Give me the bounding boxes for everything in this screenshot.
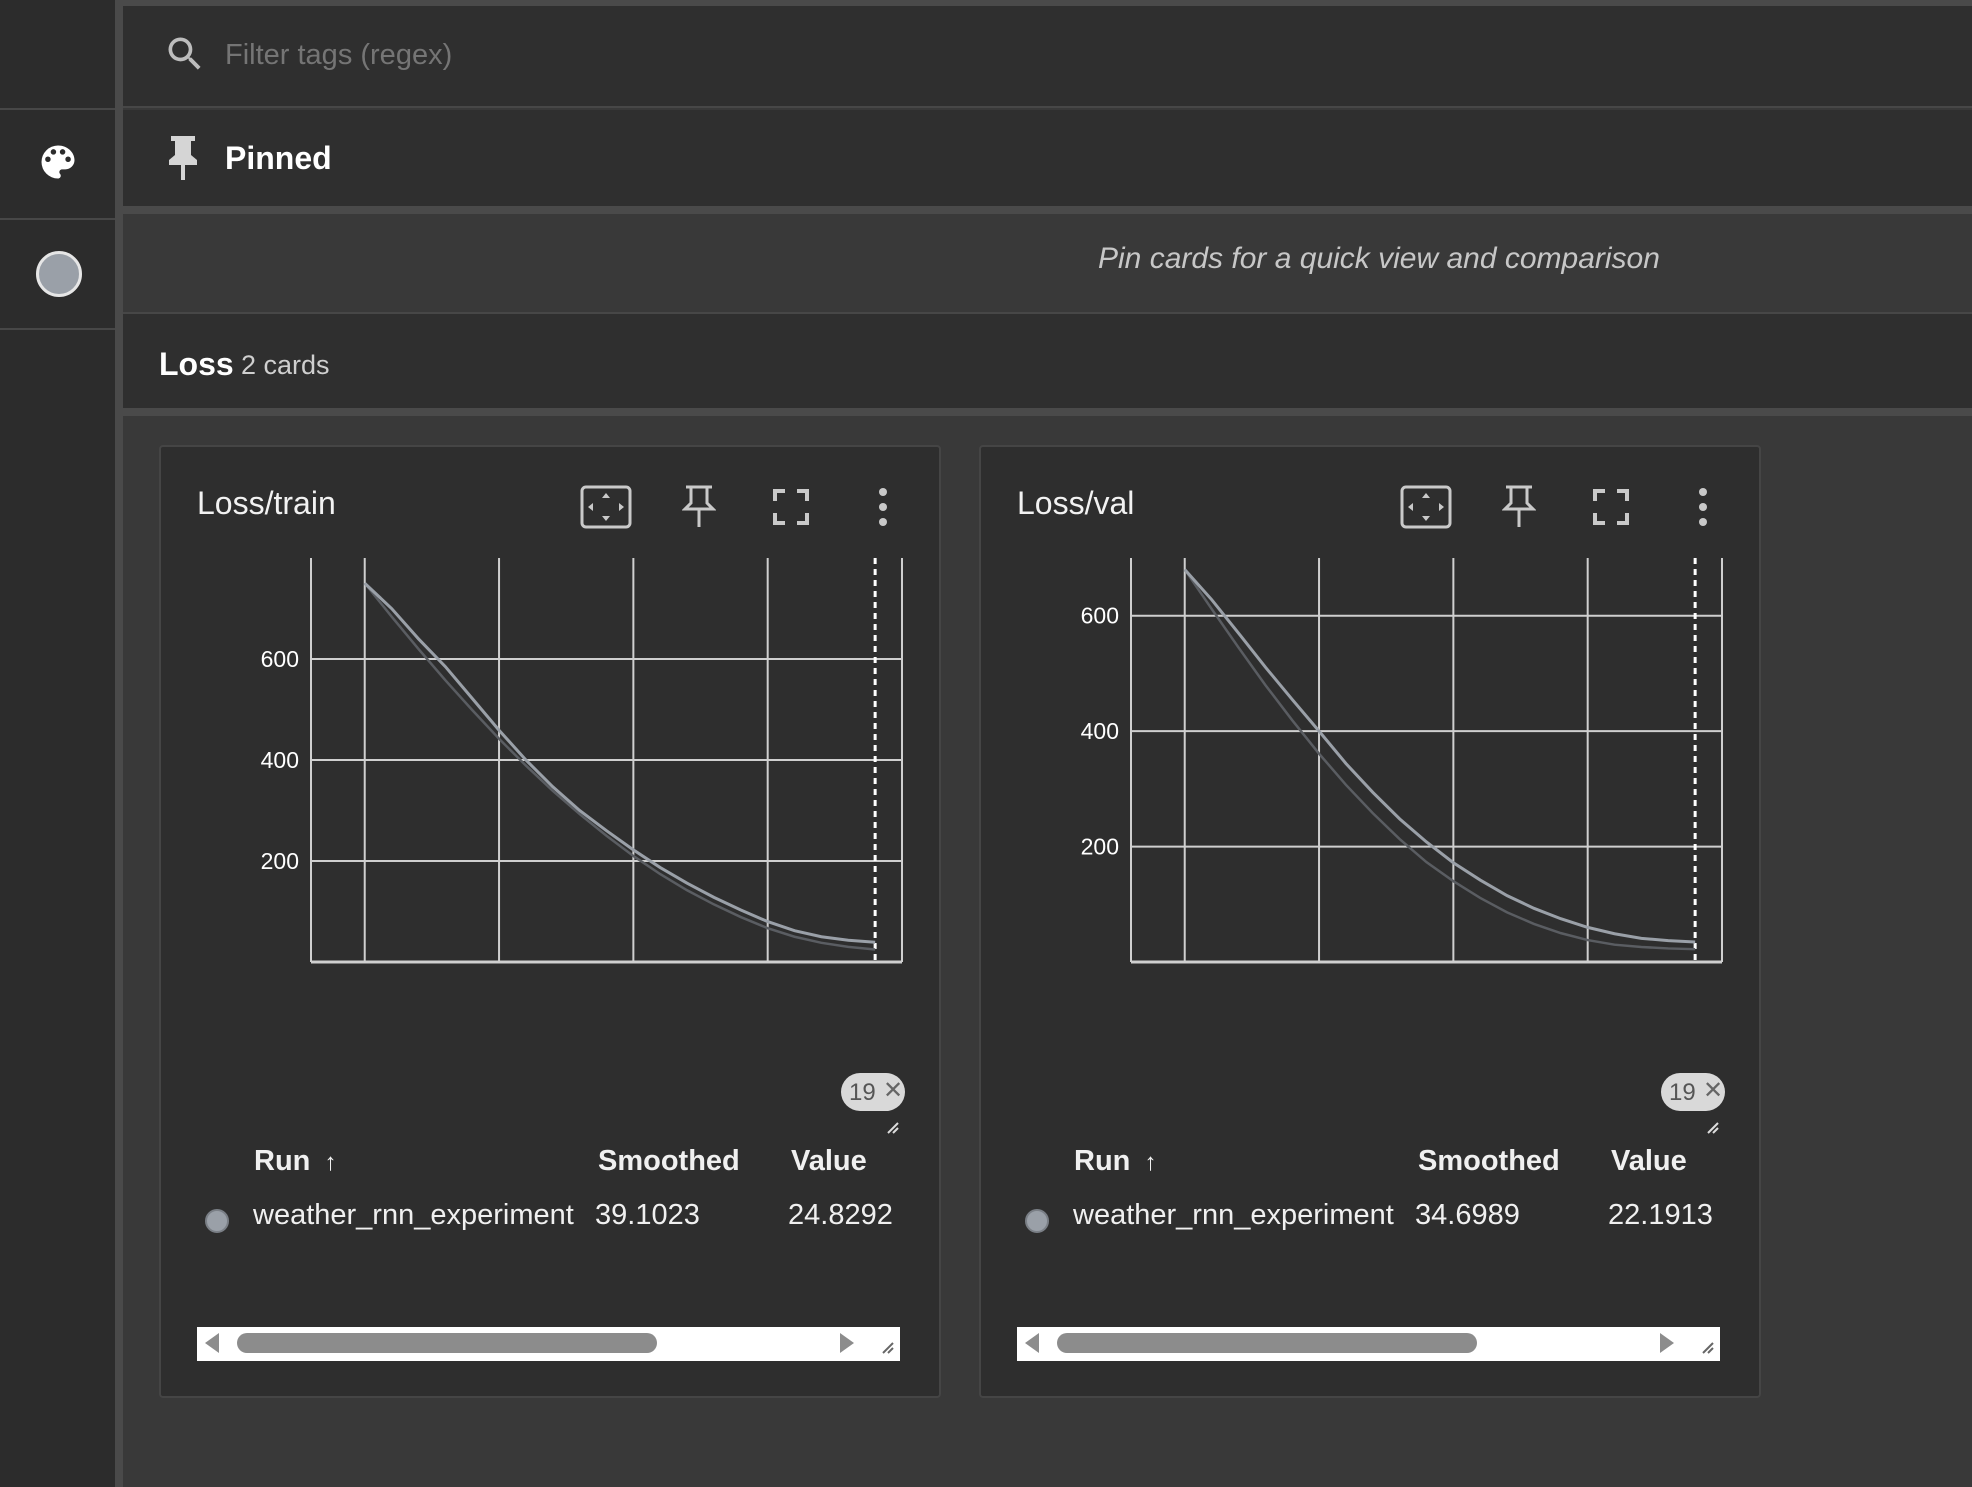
palette-icon[interactable] xyxy=(36,140,80,184)
run-column-header[interactable]: Run ↑ xyxy=(1074,1145,1156,1178)
value-column-header[interactable]: Value xyxy=(791,1145,867,1178)
tag-filter-bar xyxy=(123,0,1972,108)
scroll-right-icon[interactable] xyxy=(840,1333,854,1353)
run-column-header[interactable]: Run ↑ xyxy=(254,1145,336,1178)
scroll-left-icon[interactable] xyxy=(1025,1333,1039,1353)
sidebar-separator xyxy=(0,108,115,110)
pin-card-icon[interactable] xyxy=(1489,477,1549,537)
run-header-label: Run xyxy=(1074,1145,1131,1177)
y-tick-label: 600 xyxy=(1081,603,1119,629)
sidebar-separator xyxy=(0,328,115,330)
raw-value: 22.1913 xyxy=(1608,1199,1713,1231)
more-options-icon[interactable] xyxy=(1673,477,1733,537)
scalar-card: Loss/train 051015200400600 19 ✕ Run ↑ Sm… xyxy=(159,445,941,1398)
horizontal-scrollbar[interactable] xyxy=(197,1327,900,1361)
smoothed-series-line xyxy=(1183,568,1696,944)
line-chart[interactable]: 051015200400600 xyxy=(161,547,943,967)
card-group-header[interactable]: Loss 2 cards xyxy=(123,314,1972,416)
scroll-right-icon[interactable] xyxy=(1660,1333,1674,1353)
value-column-header[interactable]: Value xyxy=(1611,1145,1687,1178)
pinned-empty-state: Pin cards for a quick view and compariso… xyxy=(123,214,1972,314)
fit-domain-icon[interactable] xyxy=(576,477,636,537)
line-chart[interactable]: 051015200400600 xyxy=(981,547,1763,967)
close-icon[interactable]: ✕ xyxy=(1703,1076,1723,1105)
resize-handle-icon[interactable] xyxy=(1706,1121,1720,1135)
search-icon xyxy=(163,32,207,76)
sort-ascending-icon: ↑ xyxy=(1144,1149,1157,1176)
fit-domain-icon[interactable] xyxy=(1396,477,1456,537)
sidebar-separator xyxy=(0,218,115,220)
sidebar xyxy=(0,0,115,1487)
step-chip[interactable]: 19 ✕ xyxy=(1661,1073,1725,1111)
raw-value: 24.8292 xyxy=(788,1199,893,1231)
card-title: Loss/train xyxy=(197,485,336,521)
scrollbar-thumb[interactable] xyxy=(237,1333,657,1353)
y-tick-label: 400 xyxy=(261,747,299,773)
scalar-card: Loss/val 051015200400600 19 ✕ Run ↑ Smoo… xyxy=(979,445,1761,1398)
search-input[interactable] xyxy=(223,34,1127,76)
more-options-icon[interactable] xyxy=(853,477,913,537)
group-card-count: 2 cards xyxy=(241,350,330,380)
smoothed-column-header[interactable]: Smoothed xyxy=(1418,1145,1560,1178)
sidebar-resize-handle[interactable] xyxy=(115,0,123,1487)
smoothed-series-line xyxy=(363,582,876,944)
raw-series-line xyxy=(1183,568,1696,951)
horizontal-scrollbar[interactable] xyxy=(1017,1327,1720,1361)
run-name: weather_rnn_experiment xyxy=(253,1199,574,1231)
smoothed-value: 34.6989 xyxy=(1415,1199,1520,1231)
resize-corner-icon[interactable] xyxy=(881,1341,895,1355)
scroll-left-icon[interactable] xyxy=(205,1333,219,1353)
resize-handle-icon[interactable] xyxy=(886,1121,900,1135)
smoothed-value: 39.1023 xyxy=(595,1199,700,1231)
run-color-dot xyxy=(205,1209,229,1233)
fullscreen-icon[interactable] xyxy=(761,477,821,537)
y-tick-label: 600 xyxy=(261,646,299,672)
pin-icon xyxy=(163,134,203,182)
y-tick-label: 200 xyxy=(1081,834,1119,860)
raw-series-line xyxy=(363,582,876,951)
run-name: weather_rnn_experiment xyxy=(1073,1199,1394,1231)
pinned-section-header: Pinned xyxy=(123,110,1972,214)
smoothed-column-header[interactable]: Smoothed xyxy=(598,1145,740,1178)
fullscreen-icon[interactable] xyxy=(1581,477,1641,537)
step-value: 19 xyxy=(849,1079,876,1106)
scrollbar-thumb[interactable] xyxy=(1057,1333,1477,1353)
pin-card-icon[interactable] xyxy=(669,477,729,537)
card-title: Loss/val xyxy=(1017,485,1135,521)
y-tick-label: 200 xyxy=(261,848,299,874)
sort-ascending-icon: ↑ xyxy=(324,1149,337,1176)
group-title: Loss xyxy=(159,346,234,382)
resize-corner-icon[interactable] xyxy=(1701,1341,1715,1355)
run-header-label: Run xyxy=(254,1145,311,1177)
run-color-swatch[interactable] xyxy=(36,251,82,297)
step-chip[interactable]: 19 ✕ xyxy=(841,1073,905,1111)
close-icon[interactable]: ✕ xyxy=(883,1076,903,1105)
y-tick-label: 400 xyxy=(1081,718,1119,744)
pinned-title: Pinned xyxy=(225,140,332,176)
run-color-dot xyxy=(1025,1209,1049,1233)
pinned-hint: Pin cards for a quick view and compariso… xyxy=(1098,242,1660,275)
step-value: 19 xyxy=(1669,1079,1696,1106)
